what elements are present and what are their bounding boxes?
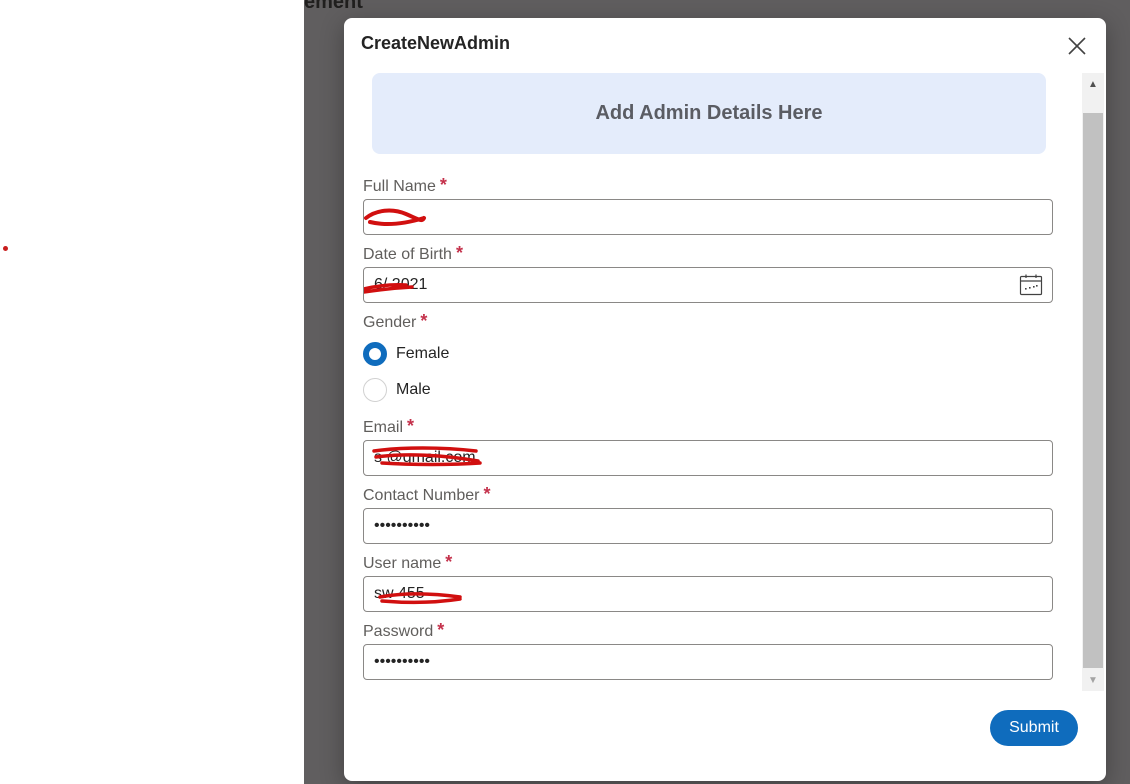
email-value: s @gmail.com bbox=[374, 449, 476, 466]
male-radio[interactable] bbox=[363, 378, 387, 402]
date-of-birth-label: Date of Birth * bbox=[363, 243, 463, 263]
required-marker: * bbox=[455, 243, 463, 263]
create-admin-dialog: CreateNewAdmin Add Admin Details Here Fu… bbox=[344, 18, 1106, 781]
male-radio-label: Male bbox=[396, 381, 431, 398]
password-label: Password * bbox=[363, 620, 445, 640]
email-input[interactable]: s @gmail.com bbox=[363, 440, 1053, 476]
gender-option-male[interactable]: Male bbox=[363, 378, 431, 402]
background-page bbox=[0, 0, 304, 784]
close-icon bbox=[1068, 37, 1086, 55]
background-marker bbox=[3, 246, 8, 251]
scroll-up-arrow-icon[interactable]: ▲ bbox=[1082, 73, 1104, 95]
gender-option-female[interactable]: Female bbox=[363, 342, 449, 366]
required-marker: * bbox=[437, 620, 445, 640]
user-name-input[interactable]: sw 455 bbox=[363, 576, 1053, 612]
female-radio-label: Female bbox=[396, 345, 450, 362]
female-radio[interactable] bbox=[363, 342, 387, 366]
banner-text: Add Admin Details Here bbox=[595, 102, 823, 124]
required-marker: * bbox=[445, 552, 453, 572]
required-marker: * bbox=[483, 484, 491, 504]
contact-number-label: Contact Number * bbox=[363, 484, 491, 504]
close-button[interactable] bbox=[1066, 35, 1088, 57]
password-value: •••••••••• bbox=[374, 653, 431, 670]
full-name-input[interactable] bbox=[363, 199, 1053, 235]
required-marker: * bbox=[439, 175, 447, 195]
email-label: Email * bbox=[363, 416, 415, 436]
contact-number-input[interactable]: •••••••••• bbox=[363, 508, 1053, 544]
calendar-icon[interactable] bbox=[1019, 274, 1043, 296]
contact-number-value: •••••••••• bbox=[374, 517, 431, 534]
form-scroll-area: Add Admin Details Here Full Name * Date o… bbox=[344, 73, 1104, 709]
form-banner: Add Admin Details Here bbox=[372, 73, 1046, 154]
dialog-title: CreateNewAdmin bbox=[361, 33, 511, 53]
scroll-down-arrow-icon[interactable]: ▼ bbox=[1082, 669, 1104, 691]
date-of-birth-value: 6/ 2021 bbox=[374, 276, 428, 293]
user-name-label: User name * bbox=[363, 552, 453, 572]
required-marker: * bbox=[420, 311, 428, 331]
form-scrollbar[interactable]: ▲ ▼ bbox=[1082, 73, 1104, 691]
background-page-heading: ement bbox=[304, 0, 363, 13]
required-marker: * bbox=[407, 416, 415, 436]
gender-label: Gender * bbox=[363, 311, 428, 331]
scroll-thumb[interactable] bbox=[1083, 113, 1103, 668]
date-of-birth-input[interactable]: 6/ 2021 bbox=[363, 267, 1053, 303]
full-name-label: Full Name * bbox=[363, 175, 447, 195]
submit-button[interactable]: Submit bbox=[990, 710, 1078, 746]
redaction-scribble bbox=[364, 208, 426, 227]
user-name-value: sw 455 bbox=[374, 585, 425, 602]
password-input[interactable]: •••••••••• bbox=[363, 644, 1053, 680]
